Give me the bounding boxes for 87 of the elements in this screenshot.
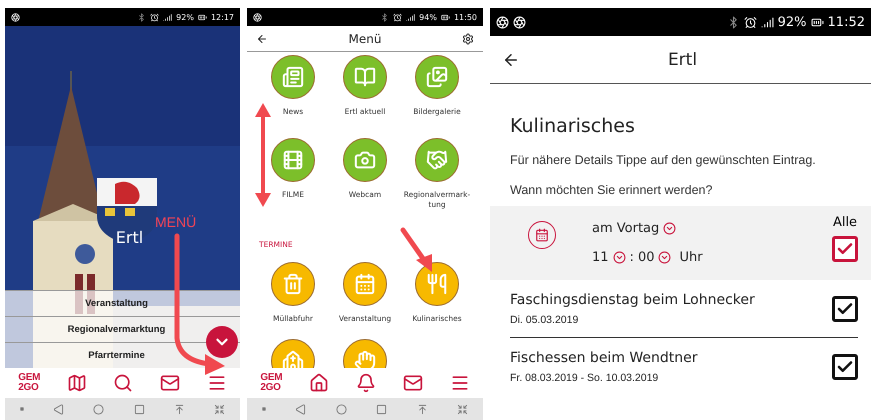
minute-select[interactable]: 00 bbox=[638, 250, 654, 265]
time-unit: Uhr bbox=[679, 250, 703, 265]
checkbox[interactable] bbox=[832, 296, 858, 322]
hint-text: Für nähere Details Tippe auf den gewünschten Eintrag. bbox=[509, 153, 817, 167]
quick-link[interactable]: Veranstaltung bbox=[5, 290, 240, 316]
cutlery-icon bbox=[426, 273, 448, 295]
quick-link[interactable]: Regionalvermarktung bbox=[5, 316, 240, 342]
calendar-icon bbox=[354, 273, 376, 295]
search-icon[interactable] bbox=[113, 373, 134, 393]
screen-title: Ertl bbox=[666, 50, 698, 70]
town-name: Ertl bbox=[114, 228, 144, 247]
dropdown-icon[interactable] bbox=[663, 222, 676, 235]
select-all-label: Alle bbox=[832, 214, 858, 230]
back-icon[interactable] bbox=[52, 404, 64, 414]
annotation-label: MENÜ bbox=[155, 214, 196, 230]
film-icon bbox=[282, 149, 304, 171]
clock-time: 11:50 bbox=[454, 12, 477, 22]
aperture-icon bbox=[496, 16, 509, 28]
dropdown-icon[interactable] bbox=[612, 251, 626, 264]
signal-icon bbox=[163, 12, 172, 22]
signal-icon bbox=[760, 16, 774, 28]
category-button[interactable] bbox=[271, 262, 315, 306]
category-button[interactable] bbox=[415, 262, 459, 306]
category-button[interactable] bbox=[415, 138, 459, 182]
camera-icon bbox=[354, 149, 376, 171]
event-title[interactable]: Fischessen beim Wendtner bbox=[510, 350, 698, 366]
mail-icon[interactable] bbox=[160, 373, 180, 393]
arrow-icon[interactable] bbox=[416, 404, 428, 414]
calendar-button[interactable] bbox=[528, 221, 556, 249]
category-button[interactable] bbox=[271, 55, 315, 99]
trash-icon bbox=[282, 273, 304, 295]
dropdown-icon[interactable] bbox=[658, 251, 672, 264]
battery-icon bbox=[440, 12, 450, 22]
alarm-icon bbox=[150, 12, 160, 22]
book-icon bbox=[354, 66, 376, 88]
back-arrow-icon[interactable] bbox=[256, 32, 268, 44]
screen-title: Menü bbox=[348, 32, 382, 46]
aperture-icon bbox=[11, 12, 20, 22]
battery-level: 92% bbox=[176, 12, 194, 22]
question-text: Wann möchten Sie erinnert werden? bbox=[509, 183, 714, 197]
hour-select[interactable]: 11 bbox=[592, 250, 609, 265]
category-button[interactable] bbox=[271, 138, 315, 182]
clock-time: 12:17 bbox=[210, 12, 234, 22]
battery-level: 94% bbox=[419, 12, 437, 22]
page-heading: Kulinarisches bbox=[509, 115, 636, 137]
newspaper-icon bbox=[282, 66, 304, 88]
bluetooth-icon bbox=[137, 12, 146, 22]
event-date: Di. 05.03.2019 bbox=[510, 314, 580, 326]
annotation-arrow bbox=[400, 228, 432, 272]
battery-level: 92% bbox=[778, 14, 807, 30]
aperture-icon bbox=[253, 12, 262, 22]
app-logo[interactable]: GEM 2GO bbox=[18, 373, 40, 393]
signal-icon bbox=[406, 12, 416, 22]
shrink-icon[interactable] bbox=[214, 404, 226, 414]
battery-icon bbox=[198, 12, 207, 22]
recent-apps-icon[interactable] bbox=[134, 404, 145, 414]
map-icon[interactable] bbox=[66, 373, 87, 393]
recent-apps-icon[interactable] bbox=[376, 404, 388, 414]
shrink-icon[interactable] bbox=[457, 404, 468, 414]
category-button[interactable] bbox=[343, 262, 387, 306]
images-icon bbox=[426, 66, 448, 88]
alarm-icon bbox=[744, 16, 757, 28]
category-button[interactable] bbox=[343, 138, 387, 182]
handshake-icon bbox=[426, 149, 448, 171]
event-title[interactable]: Faschingsdienstag beim Lohnecker bbox=[510, 292, 755, 308]
time-separator: : bbox=[630, 250, 634, 265]
bluetooth-icon bbox=[380, 12, 390, 22]
calendar-icon bbox=[535, 228, 549, 242]
app-logo[interactable]: GEM 2GO bbox=[260, 373, 282, 393]
aperture-icon bbox=[513, 16, 526, 28]
back-icon[interactable] bbox=[295, 404, 306, 414]
checkbox[interactable] bbox=[832, 354, 858, 380]
day-select[interactable]: am Vortag bbox=[592, 221, 660, 236]
event-date: Fr. 08.03.2019 - So. 10.03.2019 bbox=[510, 372, 660, 384]
alarm-icon bbox=[393, 12, 402, 22]
arrow-icon[interactable] bbox=[174, 404, 185, 414]
bell-icon[interactable] bbox=[356, 373, 376, 393]
home-icon[interactable] bbox=[309, 373, 330, 393]
home-circle-icon[interactable] bbox=[93, 404, 104, 414]
mail-icon[interactable] bbox=[402, 373, 423, 393]
category-button[interactable] bbox=[343, 55, 387, 99]
home-circle-icon[interactable] bbox=[336, 404, 347, 414]
category-button[interactable] bbox=[415, 55, 459, 99]
settings-icon[interactable] bbox=[462, 32, 474, 44]
clock-time: 11:52 bbox=[828, 14, 865, 30]
checkbox[interactable] bbox=[832, 236, 858, 262]
battery-icon bbox=[810, 16, 824, 28]
